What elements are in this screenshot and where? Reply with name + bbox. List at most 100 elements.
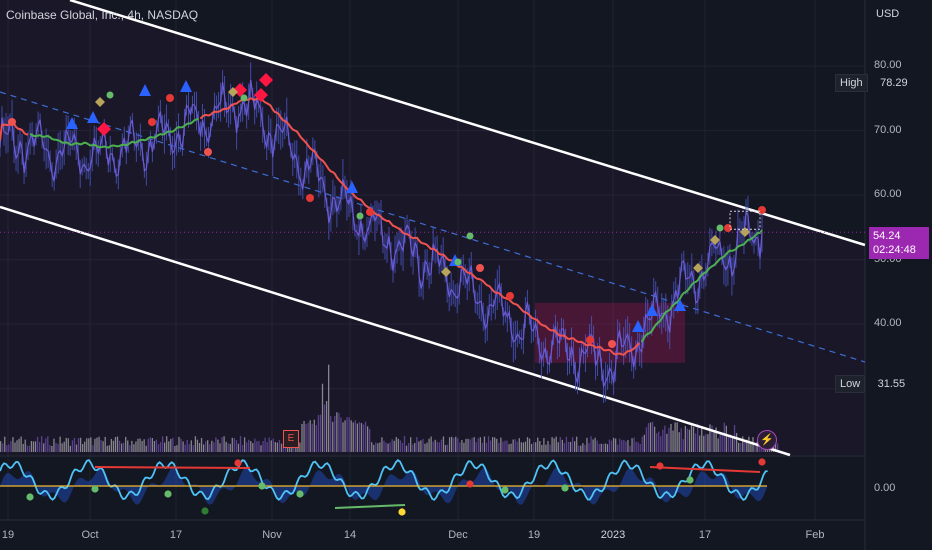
volume-bar xyxy=(395,437,397,452)
volume-bar xyxy=(520,442,522,452)
volume-bar xyxy=(182,441,184,452)
volume-bar xyxy=(133,444,135,452)
time-tick-label: 19 xyxy=(527,529,541,541)
volume-bar xyxy=(26,445,28,452)
volume-bar xyxy=(489,440,492,452)
volume-bar xyxy=(436,441,438,452)
oscillator-zero-tick: 0.00 xyxy=(874,482,896,494)
oscillator-signal-dot xyxy=(164,490,172,498)
volume-bar xyxy=(172,437,174,452)
volume-bar xyxy=(0,441,2,452)
current-price-tag: 54.24 02:24:48 xyxy=(869,227,929,259)
volume-bar xyxy=(157,444,160,452)
earnings-icon[interactable]: E xyxy=(283,430,299,448)
volume-bar xyxy=(186,439,188,452)
volume-bar xyxy=(153,441,156,452)
volume-bar xyxy=(233,438,235,452)
volume-bar xyxy=(79,437,82,452)
volume-bar xyxy=(188,444,190,452)
volume-bar xyxy=(336,412,338,452)
volume-bar xyxy=(127,440,129,452)
volume-bar xyxy=(719,432,721,452)
volume-bar xyxy=(118,440,121,452)
volume-bar xyxy=(407,443,410,452)
volume-bar xyxy=(190,440,192,452)
volume-bar xyxy=(428,438,430,452)
chart-stage: Coinbase Global, Inc., 4h, NASDAQ USD 80… xyxy=(0,0,932,550)
volume-bar xyxy=(71,440,74,452)
volume-bar xyxy=(600,443,602,452)
time-tick-label: 2023 xyxy=(600,529,626,541)
volume-bar xyxy=(155,439,158,452)
volume-bar xyxy=(41,436,43,452)
volume-bar xyxy=(680,428,682,452)
volume-bar xyxy=(530,444,533,452)
volume-bar xyxy=(522,442,525,452)
volume-bar xyxy=(721,432,723,452)
signal-dot xyxy=(204,148,212,156)
volume-bar xyxy=(73,437,76,452)
oscillator-signal-dot xyxy=(686,476,694,484)
volume-bar xyxy=(131,440,133,452)
volume-bar xyxy=(526,437,529,452)
volume-bar xyxy=(88,438,90,452)
volume-bar xyxy=(494,437,496,452)
volume-bar xyxy=(475,442,477,452)
oscillator-signal-dot xyxy=(501,486,509,494)
current-price: 54.24 xyxy=(873,230,901,242)
volume-bar xyxy=(621,440,623,452)
signal-dot xyxy=(476,264,484,272)
volume-bar xyxy=(578,445,580,452)
time-tick-label: 17 xyxy=(169,529,183,541)
volume-bar xyxy=(619,438,621,452)
volume-bar xyxy=(164,442,166,452)
volume-bar xyxy=(615,438,617,452)
volume-bar xyxy=(338,412,340,452)
volume-bar xyxy=(418,441,420,452)
volume-bar xyxy=(243,437,246,452)
volume-bar xyxy=(656,433,658,452)
volume-bar xyxy=(422,438,424,452)
volume-bar xyxy=(364,421,367,452)
volume-bar xyxy=(559,437,561,452)
volume-bar xyxy=(280,443,283,452)
signal-dot xyxy=(758,206,766,214)
volume-bar xyxy=(401,442,404,452)
volume-bar xyxy=(184,444,186,452)
flash-icon[interactable]: ⚡ xyxy=(757,430,777,450)
volume-bar xyxy=(77,437,80,452)
volume-bar xyxy=(539,441,541,452)
volume-bar xyxy=(30,441,33,452)
volume-bar xyxy=(664,425,666,452)
volume-bar xyxy=(580,445,582,452)
volume-bar xyxy=(744,441,746,452)
volume-bar xyxy=(643,434,645,452)
volume-bar xyxy=(535,442,537,452)
volume-bar xyxy=(442,436,445,452)
volume-bar xyxy=(38,441,41,452)
volume-bar xyxy=(471,437,473,452)
volume-bar xyxy=(321,383,324,452)
volume-bar xyxy=(342,422,344,452)
price-tick-label: 60.00 xyxy=(874,188,902,201)
volume-bar xyxy=(713,430,715,452)
volume-bar xyxy=(22,443,24,452)
volume-bar xyxy=(623,439,625,452)
volume-bar xyxy=(385,442,387,452)
volume-bar xyxy=(371,442,373,452)
volume-bar xyxy=(352,422,354,452)
volume-bar xyxy=(262,441,264,452)
volume-bar xyxy=(250,441,252,452)
volume-bar xyxy=(246,442,248,452)
volume-bar xyxy=(584,444,586,452)
volume-bar xyxy=(362,424,365,452)
volume-bar xyxy=(500,437,502,452)
volume-bar xyxy=(748,436,750,452)
high-marker: High 78.29 xyxy=(835,73,912,92)
high-value: 78.29 xyxy=(876,75,912,91)
oscillator-signal-dot xyxy=(258,482,266,490)
volume-bar xyxy=(555,436,557,452)
currency-label: USD xyxy=(876,8,900,20)
volume-bar xyxy=(639,444,641,452)
volume-bar xyxy=(479,437,481,452)
